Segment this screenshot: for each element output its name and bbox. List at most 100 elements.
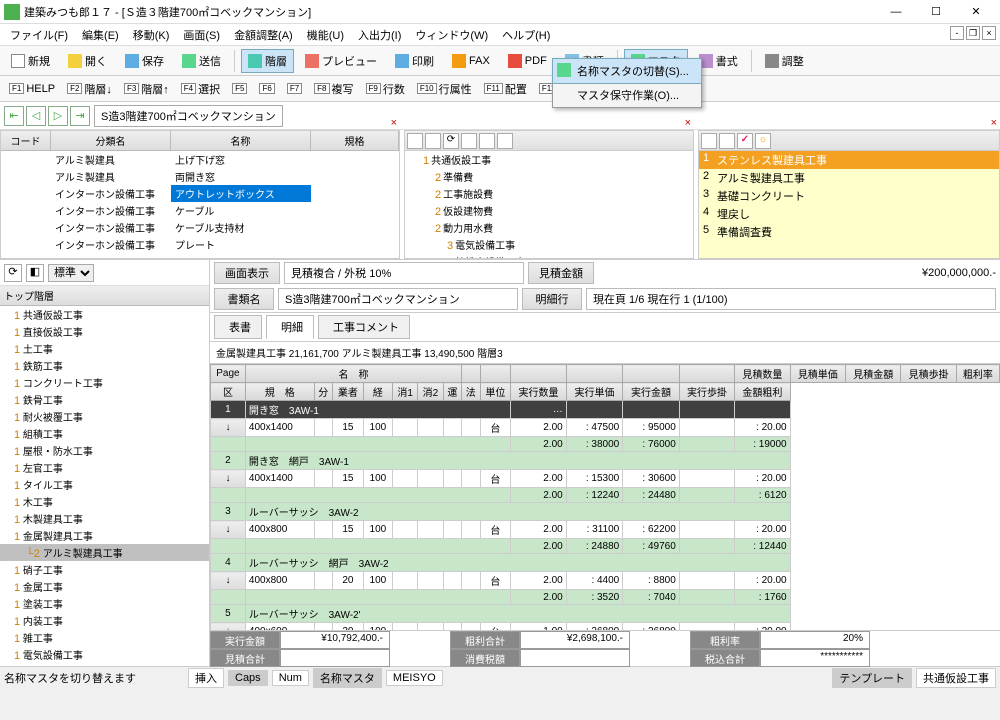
tree-node[interactable]: 2工事施設費 [405,185,693,202]
rows-button[interactable]: F9行数 [361,78,410,100]
nav-tree-item[interactable]: 1 左官工事 [0,459,209,476]
fav-item[interactable]: 5準備調査費 [699,223,999,241]
copy-button[interactable]: F8複写 [309,78,358,100]
tree-node[interactable]: 2動力用水費 [405,219,693,236]
nav-first-icon[interactable]: ⇤ [4,106,24,126]
print-button[interactable]: 印刷 [388,49,441,73]
nav-tree-item[interactable]: 1 木工事 [0,493,209,510]
nav-tree-item[interactable]: 1 木製建具工事 [0,510,209,527]
nav-tree-item[interactable]: └2 幹線動設備 工事 [0,663,209,666]
panel2-close-icon[interactable]: × [685,117,691,129]
class-row[interactable]: インターホン設備工事ケーブル [1,202,399,219]
class-row[interactable]: インターホン設備工事ケーブル支持材 [1,219,399,236]
p2-box2-icon[interactable] [479,133,495,149]
nav-tree-item[interactable]: 1 電気設備工事 [0,646,209,663]
nav-tree-item[interactable]: 1 コンクリート工事 [0,374,209,391]
menu-func[interactable]: 機能(U) [301,25,350,45]
nav-last-icon[interactable]: ⇥ [70,106,90,126]
tab-comment[interactable]: 工事コメント [318,315,410,339]
menu-edit[interactable]: 編集(E) [76,25,125,45]
open-button[interactable]: 開く [61,49,114,73]
mdi-restore-icon[interactable]: ❐ [966,26,980,40]
nav-tree-item[interactable]: 1 組積工事 [0,425,209,442]
select-button[interactable]: F4選択 [176,78,225,100]
nav-tree-item[interactable]: 1 鉄骨工事 [0,391,209,408]
panel3-close-icon[interactable]: × [991,117,997,129]
attr-button[interactable]: F10行属性 [412,78,477,100]
layer-down-button[interactable]: F2階層↓ [62,78,117,100]
menu-window[interactable]: ウィンドウ(W) [409,25,494,45]
p2-box1-icon[interactable] [461,133,477,149]
menu-screen[interactable]: 画面(S) [177,25,226,45]
tree-node[interactable]: 2準備費 [405,168,693,185]
menu-io[interactable]: 入出力(I) [352,25,407,45]
p3-add2-icon[interactable] [719,133,735,149]
p3-check-icon[interactable]: ✓ [737,133,753,149]
nav-next-icon[interactable]: ▷ [48,106,68,126]
nav-tree-item[interactable]: 1 硝子工事 [0,561,209,578]
help-button[interactable]: F1HELP [4,80,60,98]
tree-node[interactable]: 2仮設建物費 [405,202,693,219]
menu-help[interactable]: ヘルプ(H) [496,25,556,45]
nav-tree-item[interactable]: 1 タイル工事 [0,476,209,493]
layer-button[interactable]: 階層 [241,49,294,73]
tree-tool-icon[interactable]: ◧ [26,264,44,282]
preview-button[interactable]: プレビュー [298,49,384,73]
close-button[interactable]: ✕ [956,0,996,24]
fav-item[interactable]: 1ステンレス製建具工事 [699,151,999,169]
p3-sun-icon[interactable]: ☼ [755,133,771,149]
nav-tree-item[interactable]: 1 耐火被覆工事 [0,408,209,425]
nav-tree-item[interactable]: 1 雑工事 [0,629,209,646]
nav-tree-item[interactable]: 1 金属製建具工事 [0,527,209,544]
master-switch-item[interactable]: 名称マスタの切替(S)... [552,58,702,84]
nav-prev-icon[interactable]: ◁ [26,106,46,126]
nav-tree-item[interactable]: 1 塗装工事 [0,595,209,612]
panel1-close-icon[interactable]: × [391,117,397,129]
p2-refresh-icon[interactable]: ⟳ [443,133,459,149]
menu-move[interactable]: 移動(K) [127,25,176,45]
nav-tree-item[interactable]: 1 土工事 [0,340,209,357]
maximize-button[interactable]: ☐ [916,0,956,24]
pdf-button[interactable]: PDF [501,50,554,72]
class-row[interactable]: インターホン設備工事アウトレットボックス [1,185,399,202]
nav-tree-item[interactable]: 1 金属工事 [0,578,209,595]
fav-item[interactable]: 3基礎コンクリート [699,187,999,205]
arrange-button[interactable]: F11配置 [479,78,532,100]
class-row[interactable]: アルミ製建具上げ下げ窓 [1,151,399,168]
p2-add-icon[interactable] [407,133,423,149]
mdi-close-icon[interactable]: × [982,26,996,40]
fav-item[interactable]: 2アルミ製建具工事 [699,169,999,187]
minimize-button[interactable]: — [876,0,916,24]
tree-node[interactable]: 1共通仮設工事 [405,151,693,168]
nav-tree-item[interactable]: 1 屋根・防水工事 [0,442,209,459]
tree-node[interactable]: 3給排水設備工事 [405,253,693,258]
tab-cover[interactable]: 表書 [214,315,262,339]
titlebar: 建築みつも郎１７ - [Ｓ造３階建700㎡コベックマンション] — ☐ ✕ [0,0,1000,24]
mdi-minimize-icon[interactable]: - [950,26,964,40]
class-row[interactable]: インターホン設備工事プレート [1,236,399,253]
menu-file[interactable]: ファイル(F) [4,25,74,45]
tree-node[interactable]: 3電気設備工事 [405,236,693,253]
p2-folder-icon[interactable] [425,133,441,149]
layer-up-button[interactable]: F3階層↑ [119,78,174,100]
nav-tree-item[interactable]: └2 アルミ製建具工事 [0,544,209,561]
detail-grid[interactable]: Page名 称見積数量見積単価見積金額見積歩掛粗利率区規 格分業者経消1消2運法… [210,364,1000,630]
tab-detail[interactable]: 明細 [266,315,314,339]
nav-tree-item[interactable]: 1 内装工事 [0,612,209,629]
new-button[interactable]: 新規 [4,49,57,73]
menu-amount[interactable]: 金額調整(A) [228,25,299,45]
nav-tree-item[interactable]: 1 鉄筋工事 [0,357,209,374]
p2-box3-icon[interactable] [497,133,513,149]
save-button[interactable]: 保存 [118,49,171,73]
send-button[interactable]: 送信 [175,49,228,73]
fax-button[interactable]: FAX [445,50,497,72]
nav-tree-item[interactable]: 1 共通仮設工事 [0,306,209,323]
master-maint-item[interactable]: マスタ保守作業(O)... [553,83,701,107]
tree-mode-select[interactable]: 標準 [48,264,94,282]
adjust-button[interactable]: 調整 [758,49,811,73]
nav-tree-item[interactable]: 1 直接仮設工事 [0,323,209,340]
fav-item[interactable]: 4埋戻し [699,205,999,223]
p3-add-icon[interactable] [701,133,717,149]
class-row[interactable]: アルミ製建具両開き窓 [1,168,399,185]
tree-refresh-icon[interactable]: ⟳ [4,264,22,282]
